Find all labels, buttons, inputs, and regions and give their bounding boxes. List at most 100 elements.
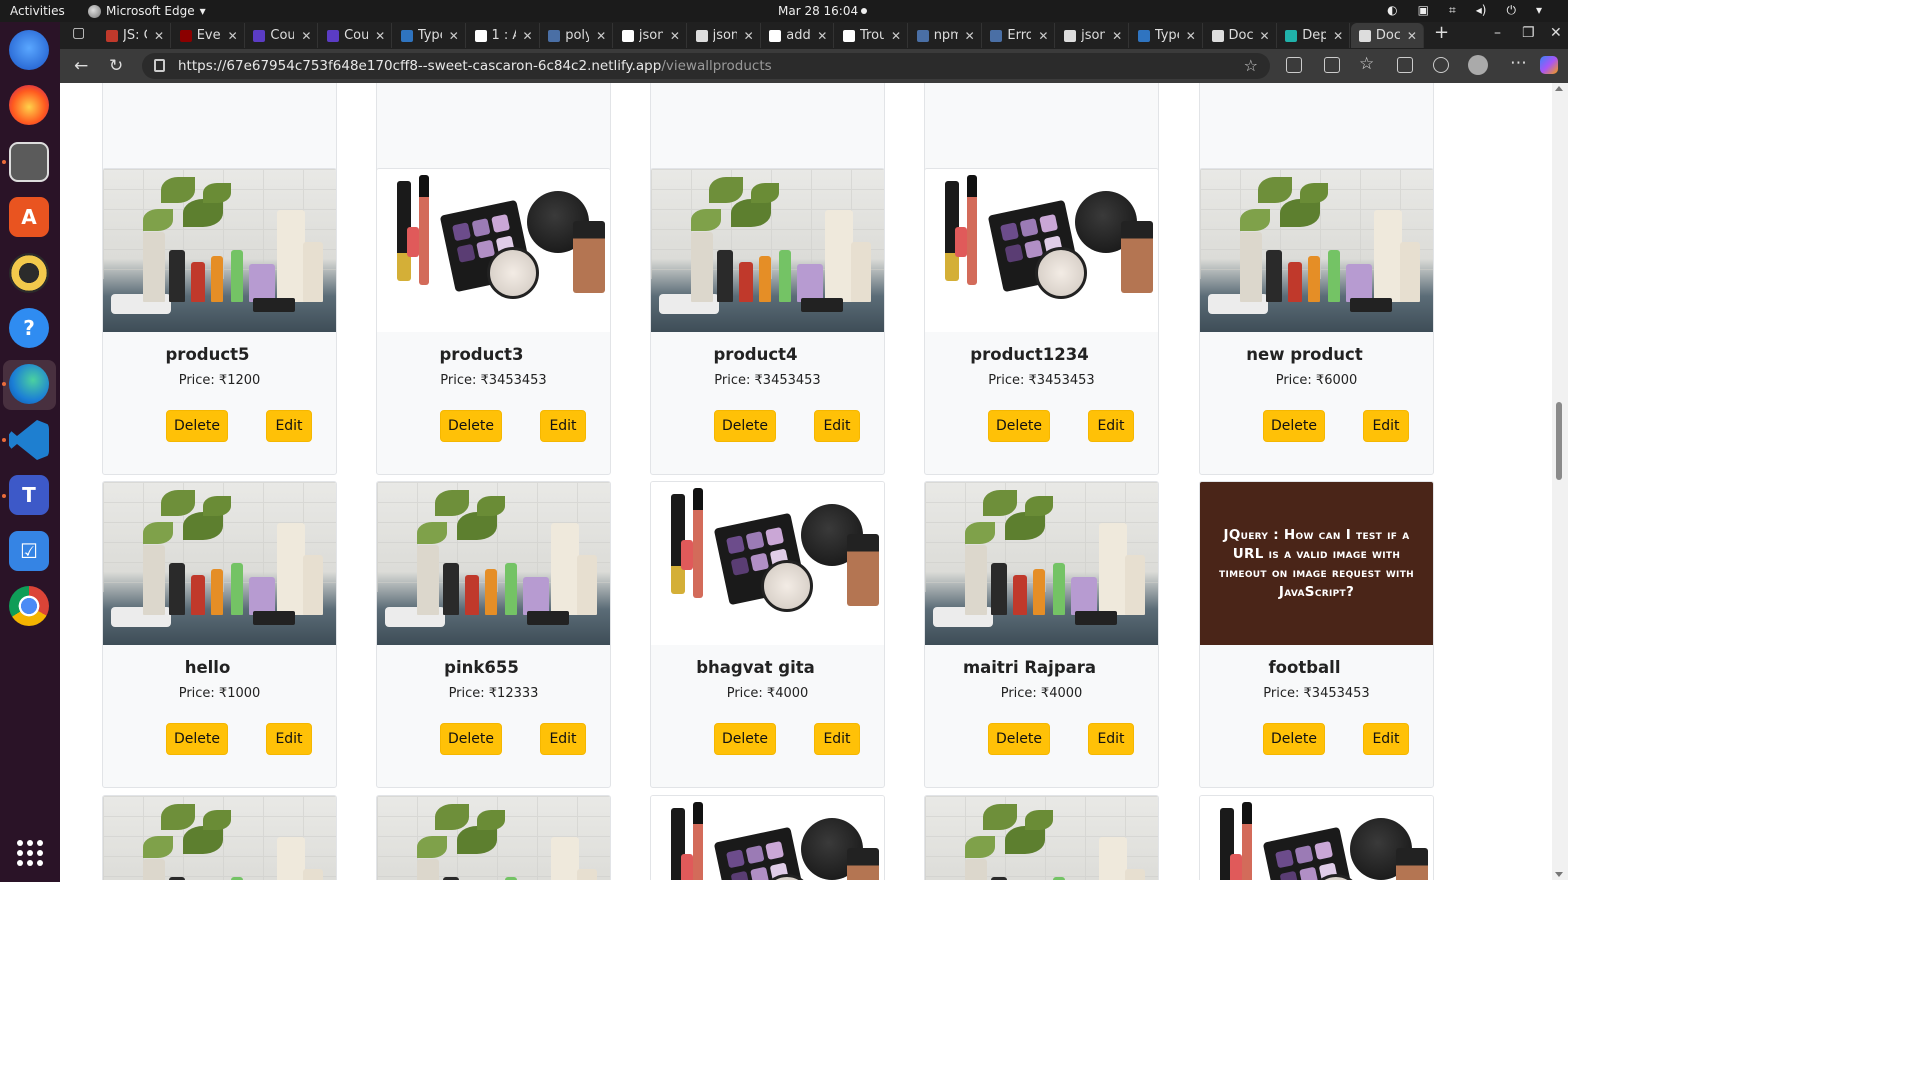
- clock[interactable]: Mar 28 16:04: [778, 4, 858, 18]
- product-card: maitri Rajpara Price: ₹4000 Delete Edit: [924, 481, 1159, 788]
- browser-essentials-icon[interactable]: [1433, 57, 1449, 73]
- delete-button[interactable]: Delete: [440, 410, 502, 442]
- delete-button[interactable]: Delete: [988, 410, 1050, 442]
- tab-close-icon[interactable]: ✕: [1405, 29, 1419, 43]
- edge-icon[interactable]: [9, 364, 49, 404]
- edit-button[interactable]: Edit: [540, 410, 586, 442]
- show-apps-icon[interactable]: [17, 840, 43, 866]
- files-icon[interactable]: [9, 142, 49, 182]
- extensions-icon[interactable]: [1286, 57, 1302, 73]
- delete-button[interactable]: Delete: [714, 723, 776, 755]
- delete-button[interactable]: Delete: [1263, 723, 1325, 755]
- tab-favicon-icon: [548, 29, 561, 42]
- browser-tab[interactable]: json ✕: [1056, 23, 1130, 48]
- tasks-icon[interactable]: ☑: [9, 531, 49, 571]
- tab-close-icon[interactable]: ✕: [1036, 29, 1050, 43]
- delete-button[interactable]: Delete: [440, 723, 502, 755]
- tab-close-icon[interactable]: ✕: [1184, 29, 1198, 43]
- browser-tab[interactable]: Dep ✕: [1277, 23, 1351, 48]
- settings-menu-icon[interactable]: ⋯: [1510, 53, 1527, 73]
- minimize-button[interactable]: –: [1494, 25, 1501, 41]
- tab-close-icon[interactable]: ✕: [447, 29, 461, 43]
- chrome-icon[interactable]: [9, 586, 49, 626]
- browser-tab[interactable]: Erro ✕: [982, 23, 1056, 48]
- system-tray[interactable]: ◐ ▣ ⌗ ◂) ⏻ ▾: [1387, 3, 1542, 18]
- tab-close-icon[interactable]: ✕: [373, 29, 387, 43]
- tab-close-icon[interactable]: ✕: [521, 29, 535, 43]
- profile-avatar[interactable]: [1468, 55, 1488, 75]
- maximize-button[interactable]: ❐: [1522, 25, 1535, 41]
- firefox-icon[interactable]: [9, 85, 49, 125]
- tab-close-icon[interactable]: ✕: [963, 29, 977, 43]
- edit-button[interactable]: Edit: [1363, 410, 1409, 442]
- browser-tab[interactable]: npm ✕: [909, 23, 982, 48]
- software-center-icon[interactable]: A: [9, 197, 49, 237]
- browser-tab[interactable]: poly ✕: [540, 23, 614, 48]
- tab-close-icon[interactable]: ✕: [152, 29, 166, 43]
- close-window-button[interactable]: ✕: [1550, 25, 1562, 41]
- activities-button[interactable]: Activities: [10, 4, 65, 18]
- tab-close-icon[interactable]: ✕: [299, 29, 313, 43]
- scroll-down-icon[interactable]: [1555, 872, 1563, 877]
- tab-label: Type: [1154, 28, 1179, 43]
- tab-close-icon[interactable]: ✕: [668, 29, 682, 43]
- scrollbar-thumb[interactable]: [1556, 402, 1562, 480]
- browser-tab[interactable]: add ✕: [761, 23, 835, 48]
- app-menu-label: Microsoft Edge: [106, 4, 195, 18]
- app-menu[interactable]: Microsoft Edge ▾: [88, 4, 206, 18]
- vscode-icon[interactable]: [9, 420, 49, 460]
- browser-tab[interactable]: 1 : A ✕: [467, 23, 540, 48]
- tab-close-icon[interactable]: ✕: [889, 29, 903, 43]
- product-card: JQuery : How can I test if a URL is a va…: [1199, 481, 1434, 788]
- tab-close-icon[interactable]: ✕: [594, 29, 608, 43]
- scroll-up-icon[interactable]: [1555, 86, 1563, 91]
- tab-close-icon[interactable]: ✕: [1258, 29, 1272, 43]
- copilot-icon[interactable]: [1540, 56, 1558, 74]
- browser-tab[interactable]: Cou ✕: [245, 23, 319, 48]
- tab-close-icon[interactable]: ✕: [1110, 29, 1124, 43]
- browser-tab[interactable]: Cou ✕: [319, 23, 393, 48]
- browser-tab[interactable]: Type ✕: [393, 23, 466, 48]
- keyboard-layout-icon: ▣: [1417, 3, 1429, 17]
- delete-button[interactable]: Delete: [988, 723, 1050, 755]
- browser-tab[interactable]: JS: C ✕: [98, 23, 171, 48]
- edit-button[interactable]: Edit: [814, 723, 860, 755]
- edit-button[interactable]: Edit: [266, 410, 312, 442]
- edit-button[interactable]: Edit: [1088, 723, 1134, 755]
- browser-tab[interactable]: Type ✕: [1130, 23, 1203, 48]
- favorites-icon[interactable]: ☆: [1359, 54, 1374, 74]
- refresh-button[interactable]: ↻: [109, 56, 123, 76]
- collections-icon[interactable]: [1397, 57, 1413, 73]
- browser-tab[interactable]: Doc ✕: [1204, 23, 1277, 48]
- edit-button[interactable]: Edit: [266, 723, 312, 755]
- tab-close-icon[interactable]: ✕: [226, 29, 240, 43]
- new-tab-button[interactable]: +: [1434, 22, 1449, 43]
- tab-actions-icon[interactable]: ▢: [72, 25, 85, 41]
- edit-button[interactable]: Edit: [540, 723, 586, 755]
- tab-close-icon[interactable]: ✕: [815, 29, 829, 43]
- browser-tab[interactable]: json ✕: [688, 23, 761, 48]
- delete-button[interactable]: Delete: [714, 410, 776, 442]
- page-viewport: Delete Edit Delete Edit Delete Edit Delete Edit…: [62, 83, 1552, 880]
- browser-tab[interactable]: Trou ✕: [835, 23, 908, 48]
- split-screen-icon[interactable]: [1324, 57, 1340, 73]
- favorite-star-icon[interactable]: ☆: [1244, 56, 1258, 75]
- help-icon[interactable]: ?: [9, 308, 49, 348]
- delete-button[interactable]: Delete: [166, 410, 228, 442]
- rhythmbox-icon[interactable]: [9, 253, 49, 293]
- address-field[interactable]: https://67e67954c753f648e170cff8--sweet-…: [142, 53, 1270, 79]
- thunderbird-icon[interactable]: [9, 30, 49, 70]
- delete-button[interactable]: Delete: [166, 723, 228, 755]
- browser-tab[interactable]: Ever ✕: [172, 23, 245, 48]
- tab-close-icon[interactable]: ✕: [1331, 29, 1345, 43]
- browser-tab[interactable]: Doc ✕: [1350, 23, 1424, 48]
- edit-button[interactable]: Edit: [1088, 410, 1134, 442]
- edit-button[interactable]: Edit: [814, 410, 860, 442]
- edit-button[interactable]: Edit: [1363, 723, 1409, 755]
- teams-icon[interactable]: T: [9, 475, 49, 515]
- delete-button[interactable]: Delete: [1263, 410, 1325, 442]
- tab-close-icon[interactable]: ✕: [742, 29, 756, 43]
- browser-tab[interactable]: json ✕: [614, 23, 687, 48]
- scrollbar[interactable]: [1552, 83, 1568, 880]
- back-button[interactable]: ←: [74, 56, 88, 76]
